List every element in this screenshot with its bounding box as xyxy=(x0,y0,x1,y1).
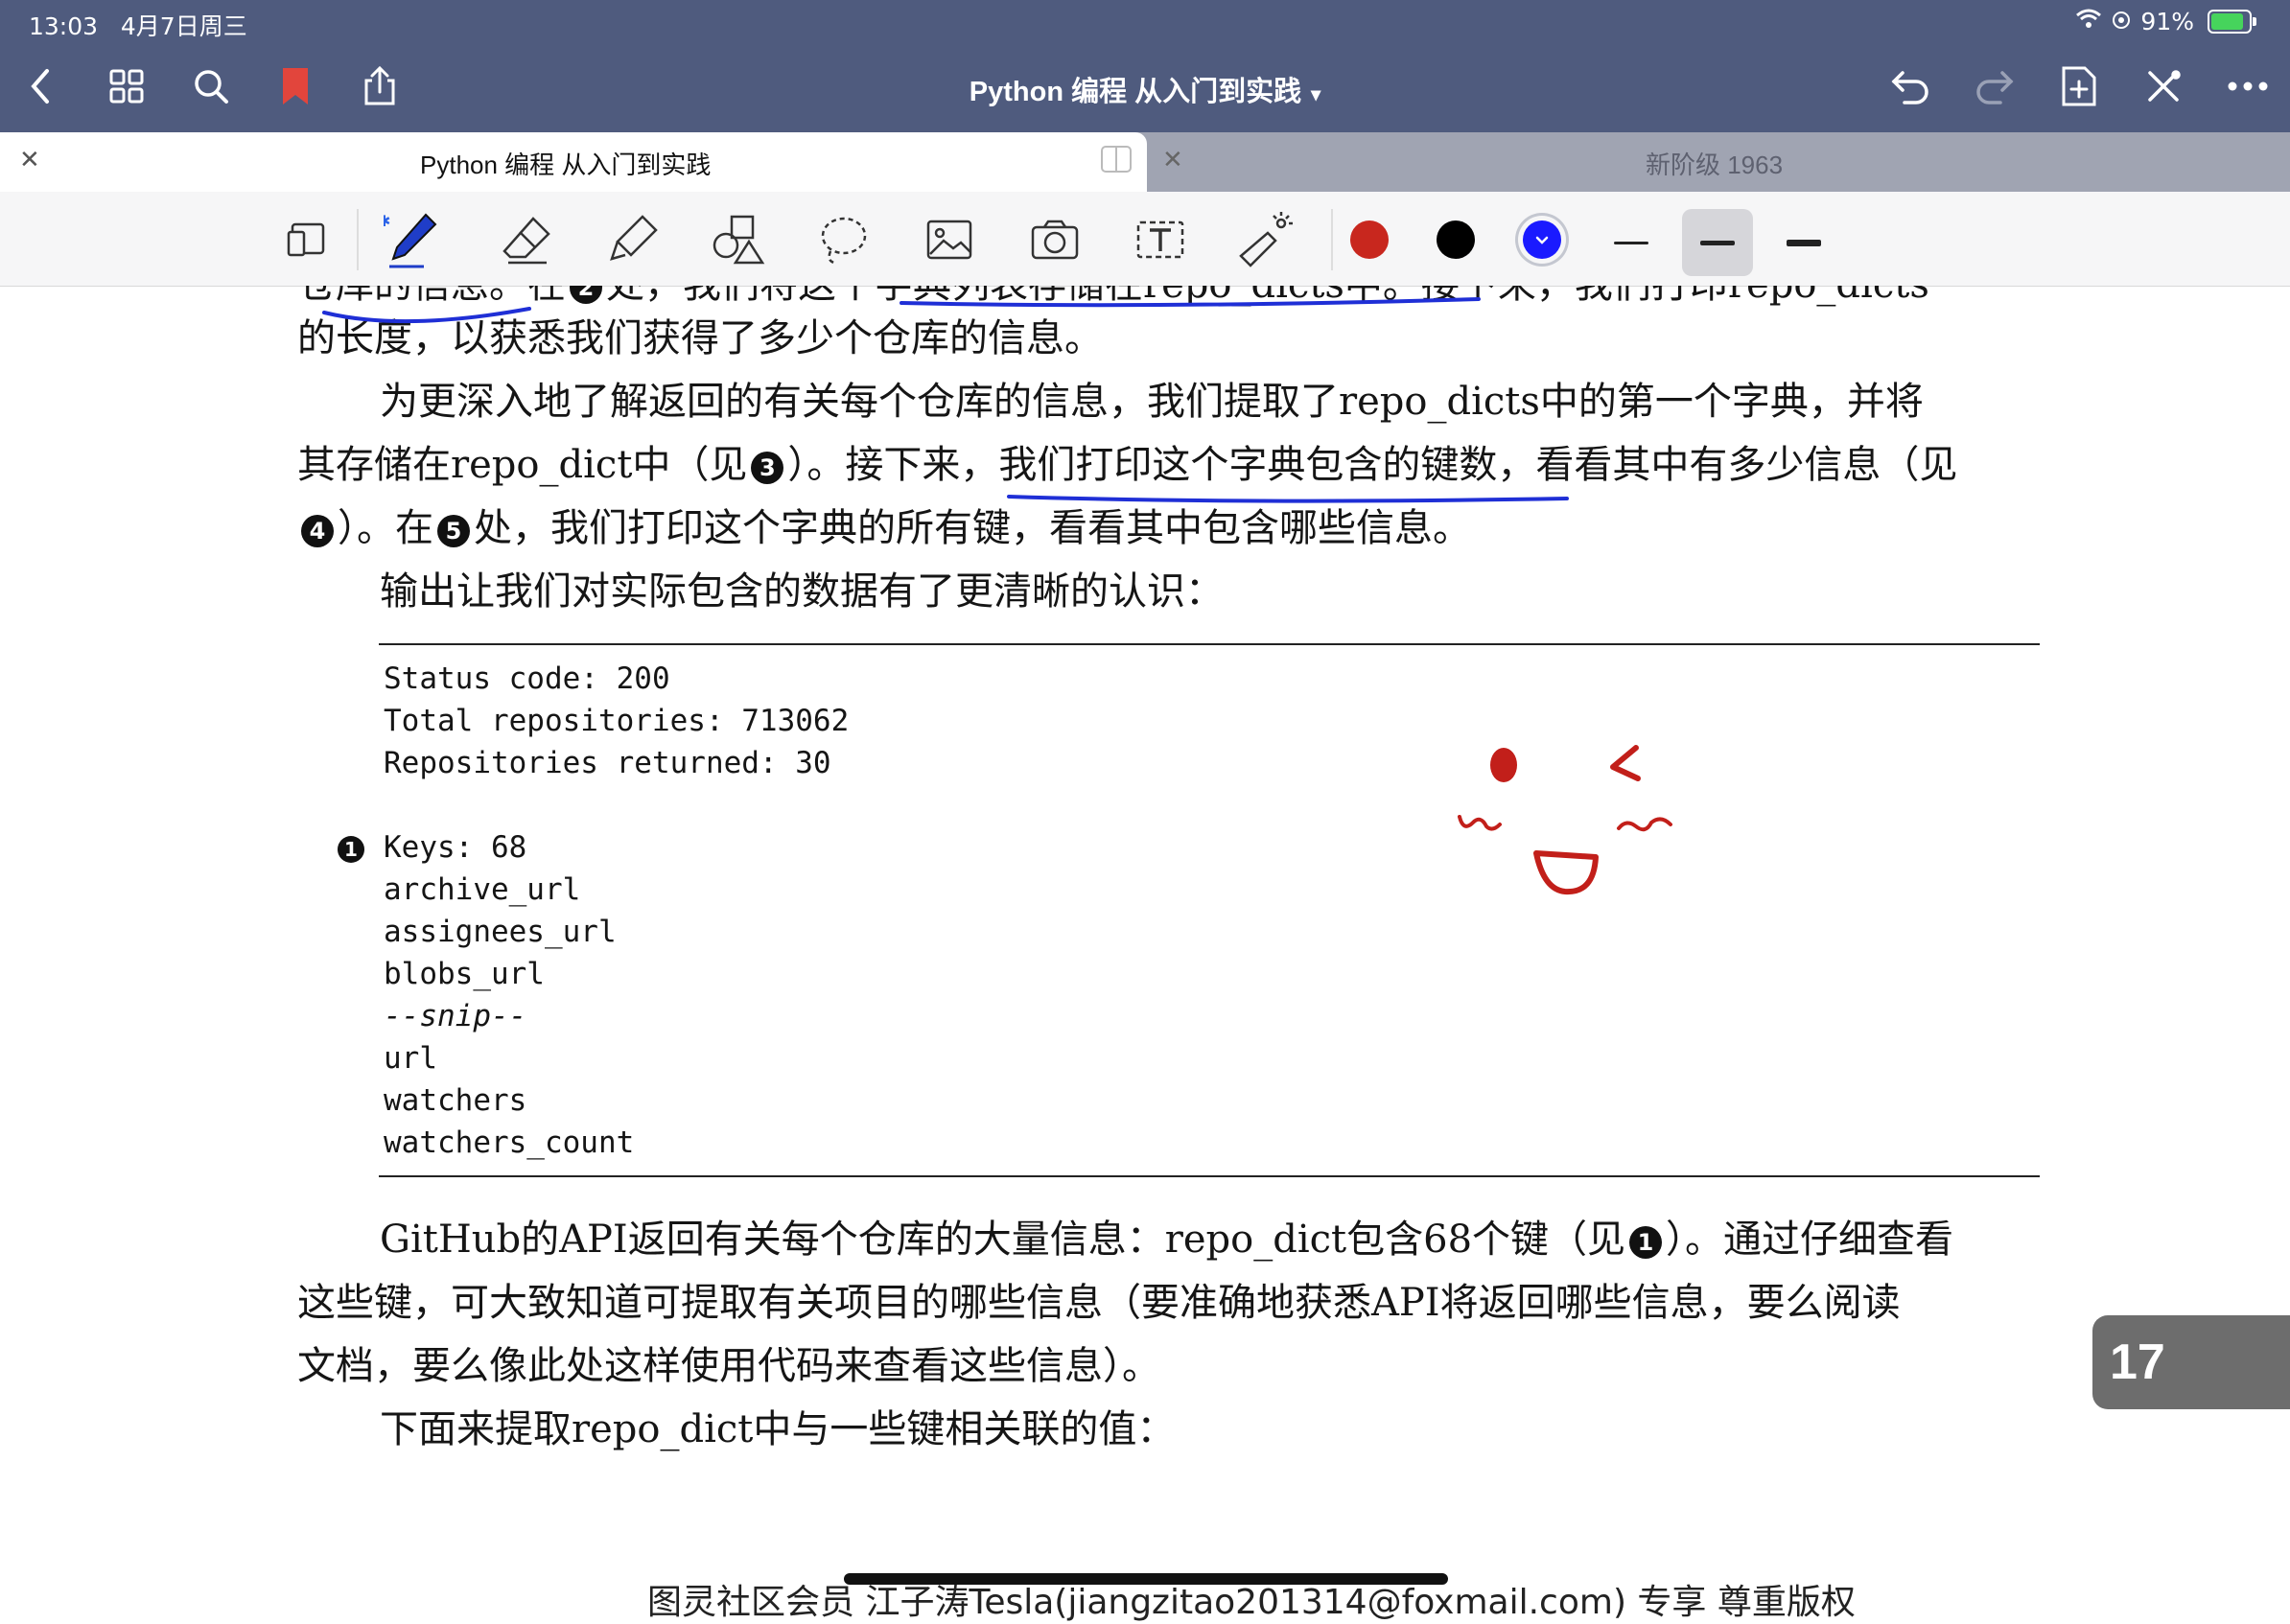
toolbar-divider xyxy=(1331,209,1333,270)
tab-bar: ✕ Python 编程 从入门到实践 ✕ 新阶级 1963 xyxy=(0,132,2290,192)
close-pen-icon[interactable] xyxy=(2137,59,2190,113)
battery-icon xyxy=(2208,10,2256,34)
more-options-icon[interactable] xyxy=(2221,59,2275,113)
red-ink-mouth xyxy=(1533,850,1599,895)
undo-icon[interactable] xyxy=(1883,59,1937,113)
close-icon[interactable]: ✕ xyxy=(19,146,40,174)
blue-ink-underline xyxy=(1007,495,1569,503)
laser-pointer-tool-icon[interactable] xyxy=(1237,211,1295,268)
text-box-tool-icon[interactable] xyxy=(1132,211,1189,268)
close-icon[interactable]: ✕ xyxy=(1162,146,1183,174)
navigation-bar: 13:03 4月7日周三 91% Python 编程 从入门到实践 ▾ xyxy=(0,0,2290,132)
image-tool-icon[interactable] xyxy=(921,211,978,268)
blue-ink-stroke xyxy=(900,297,1481,308)
page-number-badge[interactable]: 17 xyxy=(2092,1315,2290,1409)
home-indicator[interactable] xyxy=(844,1573,1448,1585)
annotation-toolbar: ✱ xyxy=(0,192,2290,287)
toolbar-divider xyxy=(357,209,359,270)
red-ink-eye xyxy=(1490,748,1517,782)
shapes-tool-icon[interactable] xyxy=(710,211,767,268)
pen-tool-icon[interactable]: ✱ xyxy=(384,211,441,268)
stroke-thick-button[interactable] xyxy=(1768,209,1839,276)
document-title-menu[interactable]: Python 编程 从入门到实践 ▾ xyxy=(0,69,2290,109)
page-thumbnail-icon[interactable] xyxy=(278,211,336,268)
svg-text:✱: ✱ xyxy=(384,212,390,230)
camera-tool-icon[interactable] xyxy=(1026,211,1084,268)
split-view-icon[interactable] xyxy=(1101,146,1132,173)
highlighter-tool-icon[interactable] xyxy=(604,211,662,268)
status-time: 13:03 4月7日周三 xyxy=(29,12,247,40)
redo-icon[interactable] xyxy=(1968,59,2021,113)
tab-new-class[interactable]: ✕ 新阶级 1963 xyxy=(1147,140,2290,192)
chevron-down-icon: ▾ xyxy=(1311,84,1321,105)
color-swatch-black[interactable] xyxy=(1437,220,1475,259)
tab-python-book[interactable]: ✕ Python 编程 从入门到实践 xyxy=(0,132,1147,192)
red-ink-blush xyxy=(1458,815,1502,831)
color-swatch-blue-selected[interactable] xyxy=(1523,220,1561,259)
ink-annotations xyxy=(322,297,1672,895)
chevron-down-icon xyxy=(1535,236,1549,244)
stroke-medium-button[interactable] xyxy=(1682,209,1753,276)
blue-ink-stroke xyxy=(322,307,531,324)
red-ink-eye xyxy=(1610,745,1641,781)
battery-percent: 91% xyxy=(2140,8,2194,35)
wifi-icon xyxy=(2075,8,2102,35)
color-swatch-red[interactable] xyxy=(1350,220,1389,259)
add-page-icon[interactable] xyxy=(2052,59,2106,113)
eraser-tool-icon[interactable] xyxy=(499,211,556,268)
location-icon xyxy=(2112,8,2131,35)
lasso-tool-icon[interactable] xyxy=(815,211,873,268)
status-indicators: 91% xyxy=(2075,8,2256,35)
pdf-page[interactable]: 仓库的信息。在2处，我们将这个字典列表存储在repo_dicts中。接下来，我们… xyxy=(0,286,2290,1599)
stroke-thin-button[interactable] xyxy=(1596,209,1667,276)
red-ink-blush xyxy=(1617,817,1672,832)
